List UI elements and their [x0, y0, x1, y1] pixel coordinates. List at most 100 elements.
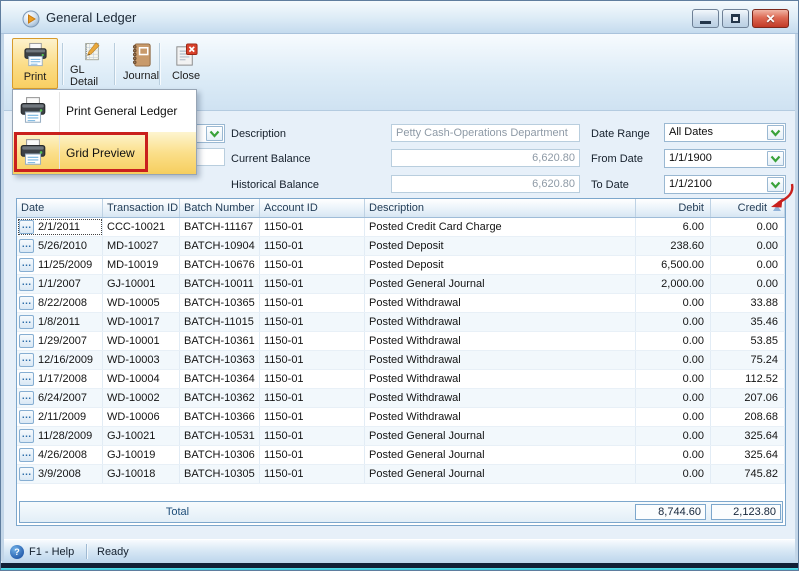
- chevron-down-icon[interactable]: [206, 126, 223, 141]
- chevron-down-icon[interactable]: [767, 125, 784, 140]
- table-row[interactable]: … 11/28/2009 GJ-10021 BATCH-10531 1150-01 Pos…: [17, 427, 785, 446]
- chevron-down-icon[interactable]: [767, 151, 784, 166]
- cell-acct: 1150-01: [260, 408, 365, 426]
- row-expand-button[interactable]: …: [19, 277, 34, 291]
- cell-date[interactable]: … 8/22/2008: [17, 294, 103, 312]
- cell-date-text: 2/11/2009: [38, 411, 87, 423]
- column-header-date[interactable]: Date: [17, 199, 103, 217]
- close-button[interactable]: Close: [163, 38, 209, 89]
- column-header-batch-number[interactable]: Batch Number: [180, 199, 260, 217]
- row-expand-button[interactable]: …: [19, 315, 34, 329]
- cell-date[interactable]: … 1/1/2007: [17, 275, 103, 293]
- table-row[interactable]: … 1/17/2008 WD-10004 BATCH-10364 1150-01 Post…: [17, 370, 785, 389]
- table-row[interactable]: … 4/26/2008 GJ-10019 BATCH-10306 1150-01 Post…: [17, 446, 785, 465]
- cell-date[interactable]: … 1/29/2007: [17, 332, 103, 350]
- cell-date[interactable]: … 5/26/2010: [17, 237, 103, 255]
- cell-desc: Posted Withdrawal: [365, 332, 636, 350]
- row-expand-button[interactable]: …: [19, 429, 34, 443]
- column-header-transaction-id[interactable]: Transaction ID: [103, 199, 180, 217]
- cell-date-text: 5/26/2010: [38, 240, 87, 252]
- table-row[interactable]: … 5/26/2010 MD-10027 BATCH-10904 1150-01 Post…: [17, 237, 785, 256]
- cell-txn: MD-10019: [103, 256, 180, 274]
- table-row[interactable]: … 11/25/2009 MD-10019 BATCH-10676 1150-01 Pos…: [17, 256, 785, 275]
- cell-acct: 1150-01: [260, 256, 365, 274]
- cell-date[interactable]: … 2/11/2009: [17, 408, 103, 426]
- cell-date[interactable]: … 3/9/2008: [17, 465, 103, 483]
- row-expand-button[interactable]: …: [19, 410, 34, 424]
- cell-date[interactable]: … 2/1/2011: [17, 218, 103, 236]
- cell-debit: 0.00: [636, 332, 711, 350]
- cell-batch: BATCH-10364: [180, 370, 260, 388]
- cell-date-text: 12/16/2009: [38, 354, 94, 366]
- row-expand-button[interactable]: …: [19, 258, 34, 272]
- row-expand-button[interactable]: …: [19, 296, 34, 310]
- menu-item-print-general-ledger[interactable]: Print General Ledger: [13, 90, 196, 132]
- cell-date-text: 11/28/2009: [38, 430, 93, 442]
- table-row[interactable]: … 12/16/2009 WD-10003 BATCH-10363 1150-01 Pos…: [17, 351, 785, 370]
- cell-batch: BATCH-10305: [180, 465, 260, 483]
- row-expand-button[interactable]: …: [19, 391, 34, 405]
- date-range-combobox[interactable]: All Dates: [664, 123, 786, 142]
- table-row[interactable]: … 1/1/2007 GJ-10001 BATCH-10011 1150-01 Poste…: [17, 275, 785, 294]
- description-label: Description: [231, 128, 287, 140]
- cell-txn: WD-10001: [103, 332, 180, 350]
- table-row[interactable]: … 3/9/2008 GJ-10018 BATCH-10305 1150-01 Poste…: [17, 465, 785, 484]
- column-header-debit[interactable]: Debit: [636, 199, 711, 217]
- close-window-button[interactable]: ✕: [752, 9, 789, 28]
- from-date-combobox[interactable]: 1/1/1900: [664, 149, 786, 168]
- printer-icon: [13, 96, 53, 126]
- table-row[interactable]: … 2/11/2009 WD-10006 BATCH-10366 1150-01 Post…: [17, 408, 785, 427]
- date-range-value: All Dates: [669, 126, 714, 138]
- minimize-button[interactable]: [692, 9, 719, 28]
- title-bar: General Ledger ✕: [1, 1, 798, 34]
- table-row[interactable]: … 1/29/2007 WD-10001 BATCH-10361 1150-01 Post…: [17, 332, 785, 351]
- cell-date[interactable]: … 11/25/2009: [17, 256, 103, 274]
- cell-txn: GJ-10001: [103, 275, 180, 293]
- row-expand-button[interactable]: …: [19, 239, 34, 253]
- cell-credit: 207.06: [711, 389, 785, 407]
- table-row[interactable]: … 1/8/2011 WD-10017 BATCH-11015 1150-01 Poste…: [17, 313, 785, 332]
- cell-acct: 1150-01: [260, 370, 365, 388]
- journal-button-label: Journal: [122, 70, 160, 82]
- to-date-value: 1/1/2100: [669, 178, 712, 190]
- cell-batch: BATCH-10306: [180, 446, 260, 464]
- cell-debit: 2,000.00: [636, 275, 711, 293]
- column-header-account-id[interactable]: Account ID: [260, 199, 365, 217]
- row-expand-button[interactable]: …: [19, 220, 34, 234]
- table-row[interactable]: … 2/1/2011 CCC-10021 BATCH-11167 1150-01 Post…: [17, 218, 785, 237]
- maximize-icon: [731, 14, 740, 23]
- print-button[interactable]: Print: [12, 38, 58, 89]
- cell-date[interactable]: … 11/28/2009: [17, 427, 103, 445]
- cell-txn: WD-10002: [103, 389, 180, 407]
- cell-date[interactable]: … 6/24/2007: [17, 389, 103, 407]
- table-row[interactable]: … 8/22/2008 WD-10005 BATCH-10365 1150-01 Post…: [17, 294, 785, 313]
- row-expand-button[interactable]: …: [19, 372, 34, 386]
- cell-credit: 0.00: [711, 237, 785, 255]
- description-field[interactable]: Petty Cash-Operations Department: [391, 124, 580, 142]
- cell-date[interactable]: … 1/8/2011: [17, 313, 103, 331]
- cell-credit: 325.64: [711, 427, 785, 445]
- cell-date[interactable]: … 12/16/2009: [17, 351, 103, 369]
- gl-detail-button[interactable]: GL Detail: [65, 38, 118, 89]
- printer-icon: [23, 42, 47, 67]
- row-expand-button[interactable]: …: [19, 448, 34, 462]
- current-balance-field: 6,620.80: [391, 149, 580, 167]
- row-expand-button[interactable]: …: [19, 334, 34, 348]
- cell-batch: BATCH-10365: [180, 294, 260, 312]
- column-header-description[interactable]: Description: [365, 199, 636, 217]
- table-row[interactable]: … 6/24/2007 WD-10002 BATCH-10362 1150-01 Post…: [17, 389, 785, 408]
- cell-date[interactable]: … 4/26/2008: [17, 446, 103, 464]
- help-icon[interactable]: ?: [10, 545, 24, 559]
- grid-body: … 2/1/2011 CCC-10021 BATCH-11167 1150-01 Post…: [17, 218, 785, 484]
- cell-acct: 1150-01: [260, 294, 365, 312]
- cell-txn: WD-10017: [103, 313, 180, 331]
- row-expand-button[interactable]: …: [19, 467, 34, 481]
- print-dropdown-menu: Print General Ledger Grid Preview: [12, 89, 197, 175]
- cell-acct: 1150-01: [260, 446, 365, 464]
- help-label[interactable]: F1 - Help: [29, 546, 74, 558]
- cell-batch: BATCH-10362: [180, 389, 260, 407]
- journal-button[interactable]: Journal: [118, 38, 164, 89]
- maximize-button[interactable]: [722, 9, 749, 28]
- cell-date[interactable]: … 1/17/2008: [17, 370, 103, 388]
- row-expand-button[interactable]: …: [19, 353, 34, 367]
